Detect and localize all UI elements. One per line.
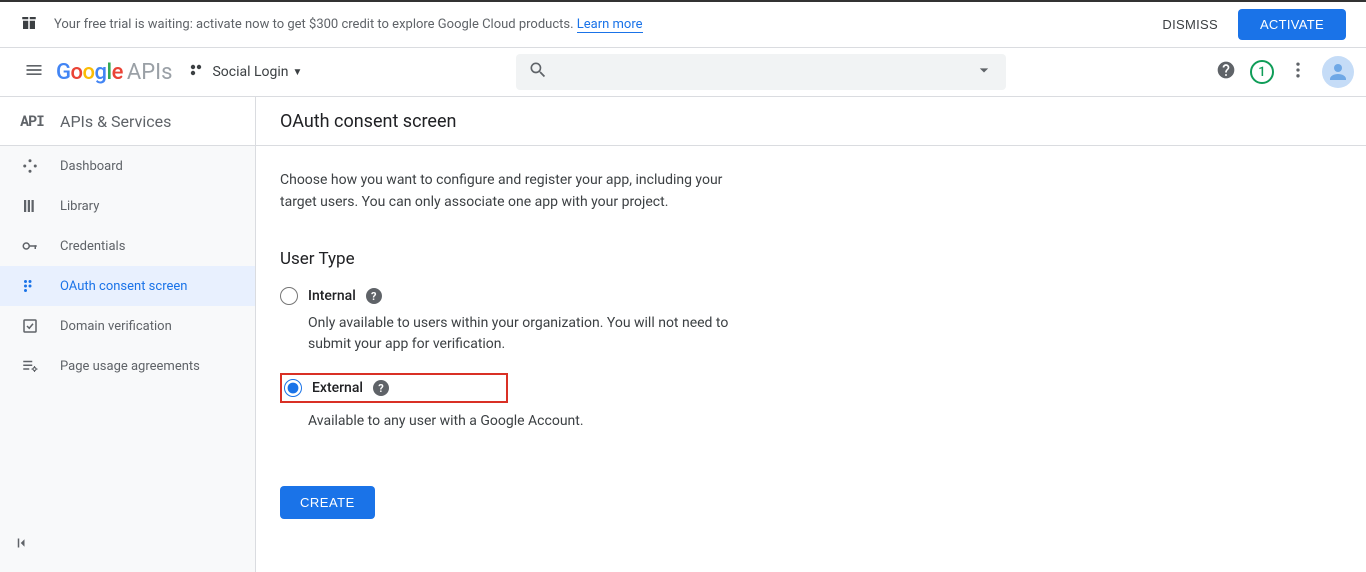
google-apis-logo[interactable]: Google APIs [56, 60, 172, 85]
more-vert-icon[interactable] [1288, 60, 1308, 84]
option-internal: Internal ? Only available to users withi… [280, 287, 952, 355]
sidebar-item-label: Page usage agreements [60, 359, 200, 374]
header-right: 1 [1216, 56, 1354, 88]
content: OAuth consent screen Choose how you want… [256, 97, 1366, 572]
radio-internal[interactable] [280, 287, 298, 305]
section-title: User Type [280, 249, 952, 269]
sidebar-item-oauth-consent[interactable]: OAuth consent screen [0, 266, 255, 306]
trial-message: Your free trial is waiting: activate now… [54, 17, 577, 32]
oauth-icon [20, 277, 40, 295]
help-icon[interactable] [1216, 60, 1236, 84]
option-external-desc: Available to any user with a Google Acco… [308, 411, 758, 432]
sidebar-item-label: Credentials [60, 239, 125, 254]
trial-text: Your free trial is waiting: activate now… [54, 17, 1162, 32]
sidebar-item-domain-verification[interactable]: Domain verification [0, 306, 255, 346]
option-external-row: External ? [284, 379, 502, 397]
page-description: Choose how you want to configure and reg… [280, 170, 760, 213]
api-badge: API [20, 111, 44, 131]
search-icon [528, 60, 548, 84]
option-internal-label: Internal [308, 288, 356, 304]
option-internal-row: Internal ? [280, 287, 952, 305]
project-name: Social Login [212, 64, 288, 80]
body-row: API APIs & Services Dashboard Library Cr… [0, 97, 1366, 572]
domain-icon [20, 317, 40, 335]
learn-more-link[interactable]: Learn more [577, 17, 643, 33]
content-body: Choose how you want to configure and reg… [256, 146, 976, 543]
option-external: External ? Available to any user with a … [280, 373, 952, 432]
dismiss-button[interactable]: DISMISS [1162, 17, 1218, 32]
search-dropdown-icon[interactable] [974, 60, 994, 84]
help-icon[interactable]: ? [366, 288, 382, 304]
external-highlight: External ? [280, 373, 508, 403]
google-logo-text: Google [56, 60, 123, 85]
option-external-label: External [312, 380, 363, 396]
page-usage-icon [20, 357, 40, 375]
dashboard-icon [20, 157, 40, 175]
sidebar-item-library[interactable]: Library [0, 186, 255, 226]
dropdown-arrow-icon: ▼ [292, 67, 302, 78]
collapse-sidebar-icon[interactable] [14, 534, 32, 556]
gift-icon [20, 14, 38, 36]
avatar[interactable] [1322, 56, 1354, 88]
sidebar: API APIs & Services Dashboard Library Cr… [0, 97, 256, 572]
apis-label: APIs [127, 60, 173, 85]
trial-counter[interactable]: 1 [1250, 60, 1274, 84]
activate-button[interactable]: ACTIVATE [1238, 9, 1346, 40]
sidebar-item-page-usage[interactable]: Page usage agreements [0, 346, 255, 386]
trial-banner: Your free trial is waiting: activate now… [0, 0, 1366, 48]
sidebar-title: APIs & Services [60, 112, 171, 131]
help-icon[interactable]: ? [373, 380, 389, 396]
sidebar-item-label: Dashboard [60, 159, 123, 174]
sidebar-header: API APIs & Services [0, 97, 255, 146]
top-header: Google APIs Social Login ▼ 1 [0, 48, 1366, 97]
sidebar-item-label: Domain verification [60, 319, 172, 334]
hamburger-menu-icon[interactable] [16, 52, 52, 92]
sidebar-item-label: OAuth consent screen [60, 279, 187, 294]
library-icon [20, 197, 40, 215]
option-internal-desc: Only available to users within your orga… [308, 313, 758, 355]
search-input[interactable] [556, 64, 974, 81]
credentials-icon [20, 237, 40, 255]
sidebar-item-credentials[interactable]: Credentials [0, 226, 255, 266]
radio-external[interactable] [284, 379, 302, 397]
sidebar-item-label: Library [60, 199, 99, 214]
project-dots-icon [188, 62, 204, 82]
sidebar-nav: Dashboard Library Credentials OAuth cons… [0, 146, 255, 572]
sidebar-item-dashboard[interactable]: Dashboard [0, 146, 255, 186]
search-box[interactable] [516, 54, 1006, 90]
project-selector[interactable]: Social Login ▼ [184, 58, 306, 86]
page-title: OAuth consent screen [256, 97, 1366, 146]
create-button[interactable]: CREATE [280, 486, 375, 519]
